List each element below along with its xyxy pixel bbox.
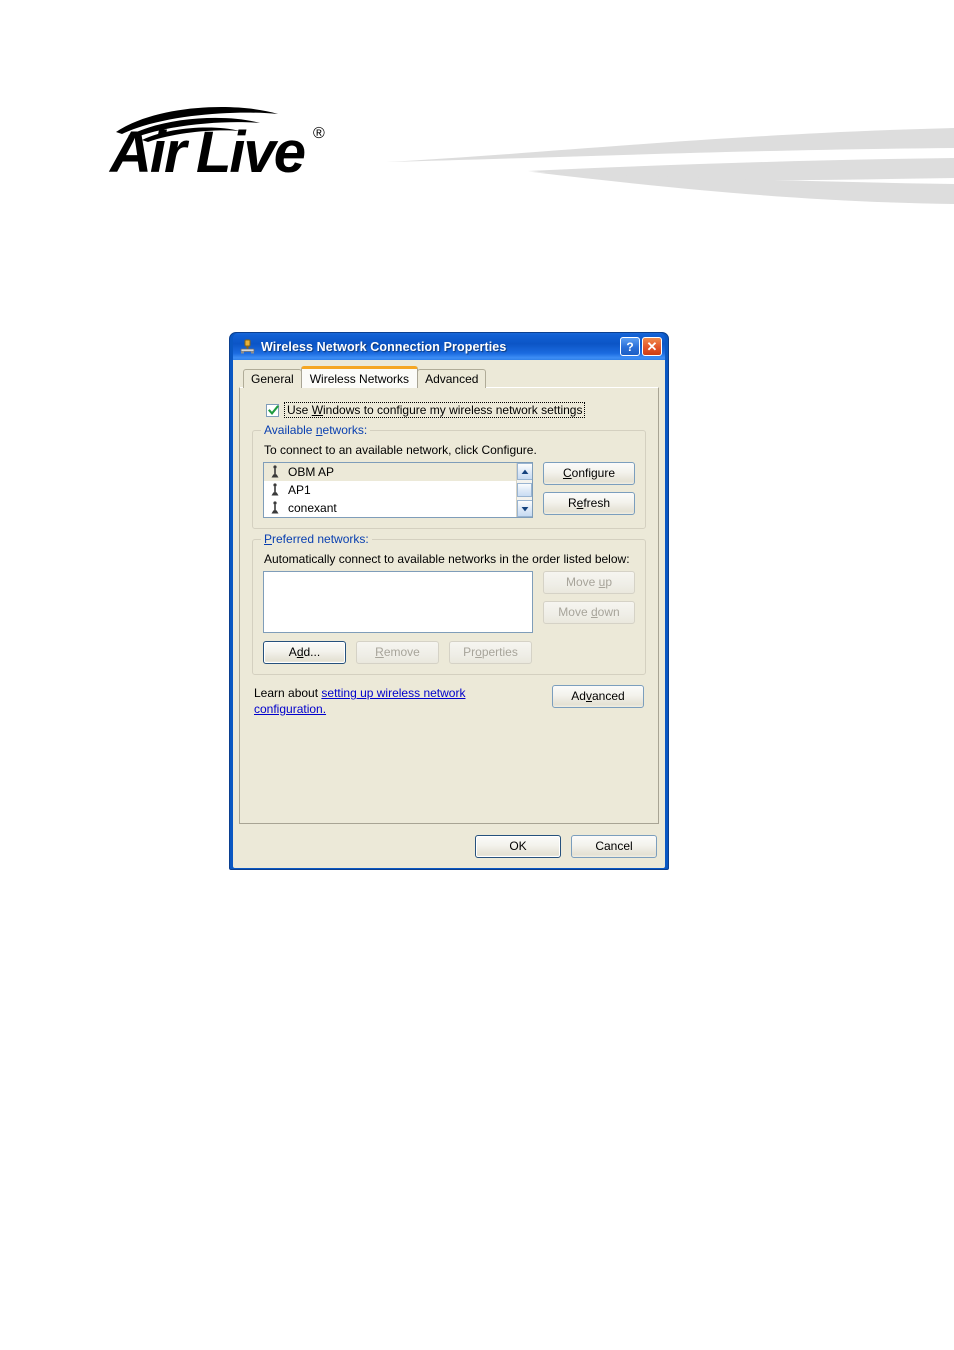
cancel-button[interactable]: Cancel: [571, 835, 657, 858]
label-part-1: Use: [287, 403, 312, 417]
dialog-title: Wireless Network Connection Properties: [261, 339, 507, 354]
preferred-networks-action-buttons: Add... Remove Properties: [263, 641, 635, 664]
label-accel: W: [311, 403, 324, 417]
btn-part-2: p: [605, 575, 613, 589]
scrollbar-thumb[interactable]: [517, 483, 532, 497]
list-item[interactable]: AP1: [264, 481, 532, 499]
use-windows-checkbox-row: Use Windows to configure my wireless net…: [266, 402, 646, 418]
gb-part-1: Available: [264, 423, 316, 437]
btn-part-1: Move: [565, 575, 599, 589]
btn-accel: C: [562, 466, 572, 480]
preferred-networks-group-label: Preferred networks:: [261, 532, 372, 546]
svg-text:Air: Air: [108, 120, 190, 178]
available-networks-buttons: Configure Refresh: [543, 462, 635, 515]
tab-page-wireless-networks: Use Windows to configure my wireless net…: [239, 387, 659, 824]
learn-about-row: Learn about setting up wireless network …: [254, 685, 644, 717]
configure-button[interactable]: Configure: [543, 462, 635, 485]
learn-about-text: Learn about setting up wireless network …: [254, 685, 504, 717]
available-networks-listbox[interactable]: OBM AP AP1 conexant: [263, 462, 533, 518]
btn-part-1: Move: [558, 605, 591, 619]
wireless-network-connection-properties-dialog: Wireless Network Connection Properties ?…: [229, 332, 669, 870]
tab-advanced[interactable]: Advanced: [417, 369, 487, 388]
preferred-networks-hint: Automatically connect to available netwo…: [264, 552, 630, 566]
btn-part-1: A: [288, 645, 297, 659]
network-connection-icon: [239, 338, 256, 355]
gb-accel: n: [315, 423, 323, 437]
tab-wireless-networks[interactable]: Wireless Networks: [300, 366, 419, 388]
gb-accel: P: [264, 532, 273, 546]
remove-button[interactable]: Remove: [356, 641, 439, 664]
close-icon[interactable]: ✕: [642, 337, 662, 356]
wireless-network-icon: [270, 483, 280, 497]
preferred-networks-listbox[interactable]: [263, 571, 533, 633]
wireless-network-icon: [270, 501, 280, 515]
preferred-networks-move-buttons: Move up Move down: [543, 571, 635, 624]
advanced-button[interactable]: Advanced: [552, 685, 644, 708]
add-button[interactable]: Add...: [263, 641, 346, 664]
btn-part-1: R: [567, 496, 577, 510]
available-networks-group-label: Available networks:: [261, 423, 371, 437]
available-networks-group: Available networks: To connect to an ava…: [252, 423, 646, 529]
tabstrip: General Wireless Networks Advanced: [239, 366, 659, 388]
btn-accel: d: [590, 605, 598, 619]
btn-part-2: perties: [481, 645, 518, 659]
preferred-networks-row: Move up Move down: [263, 571, 635, 633]
gb-part-2: referred networks:: [272, 532, 369, 546]
tab-general[interactable]: General: [243, 369, 302, 388]
btn-accel: o: [475, 645, 482, 659]
btn-accel: d: [296, 645, 304, 659]
ok-button[interactable]: OK: [475, 835, 561, 858]
btn-part-2: onfigure: [571, 466, 616, 480]
available-networks-hint: To connect to an available network, clic…: [264, 443, 537, 457]
use-windows-checkbox[interactable]: [266, 403, 279, 417]
dialog-client-area: General Wireless Networks Advanced Use W…: [233, 360, 665, 868]
dialog-footer: OK Cancel: [475, 835, 657, 858]
refresh-button[interactable]: Refresh: [543, 492, 635, 515]
available-networks-scrollbar[interactable]: [516, 463, 532, 517]
btn-part-2: d...: [303, 645, 321, 659]
move-down-button[interactable]: Move down: [543, 601, 635, 624]
airlive-logo: Air Live ®: [108, 98, 348, 178]
list-item[interactable]: OBM AP: [264, 463, 532, 481]
page-header: Air Live ®: [0, 0, 954, 240]
scroll-down-icon[interactable]: [516, 500, 532, 517]
btn-part-1: Ad: [571, 689, 586, 703]
label-part-2: indows to configure my wireless network …: [323, 403, 583, 417]
btn-part-2: fresh: [583, 496, 611, 510]
network-name: AP1: [288, 483, 311, 497]
btn-part-2: own: [597, 605, 620, 619]
network-name: OBM AP: [288, 465, 335, 479]
svg-text:®: ®: [313, 125, 325, 142]
btn-part-2: anced: [591, 689, 625, 703]
preferred-networks-group: Preferred networks: Automatically connec…: [252, 532, 646, 675]
properties-button[interactable]: Properties: [449, 641, 532, 664]
wireless-network-icon: [270, 465, 280, 479]
move-up-button[interactable]: Move up: [543, 571, 635, 594]
decorative-swoosh: [380, 118, 954, 238]
scroll-up-icon[interactable]: [516, 463, 532, 480]
use-windows-checkbox-label[interactable]: Use Windows to configure my wireless net…: [284, 402, 586, 418]
network-name: conexant: [288, 501, 337, 515]
btn-accel: R: [375, 645, 384, 659]
gb-part-2: etworks:: [322, 423, 368, 437]
learn-prefix: Learn about: [254, 686, 322, 700]
btn-part-1: Pr: [463, 645, 476, 659]
dialog-titlebar[interactable]: Wireless Network Connection Properties ?…: [233, 333, 665, 360]
list-item[interactable]: conexant: [264, 499, 532, 517]
available-networks-row: OBM AP AP1 conexant Configure Refresh: [263, 462, 635, 518]
help-button[interactable]: ?: [620, 337, 640, 356]
btn-part-2: emove: [383, 645, 420, 659]
svg-text:Live: Live: [196, 120, 305, 178]
